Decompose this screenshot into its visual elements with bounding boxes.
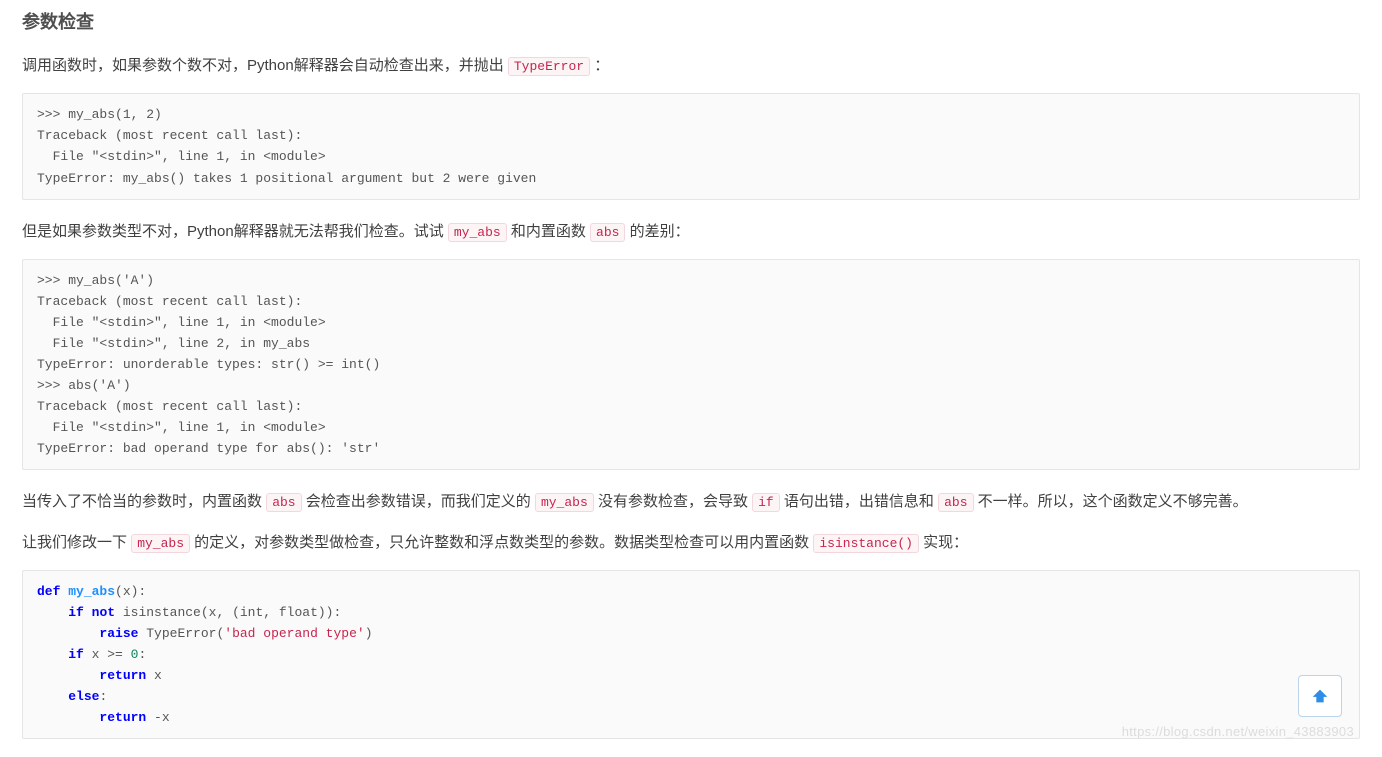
paragraph-4: 让我们修改一下 my_abs 的定义，对参数类型做检查，只允许整数和浮点数类型的… [22, 529, 1360, 556]
text: 不一样。所以，这个函数定义不够完善。 [978, 493, 1248, 510]
text: : [99, 689, 107, 704]
text: -x [146, 710, 169, 725]
text: 没有参数检查，会导致 [598, 493, 748, 510]
paragraph-2: 但是如果参数类型不对，Python解释器就无法帮我们检查。试试 my_abs 和… [22, 218, 1360, 245]
text: x >= [84, 647, 131, 662]
keyword-return: return [99, 668, 146, 683]
text: 和内置函数 [511, 223, 586, 240]
keyword-def: def [37, 584, 60, 599]
paragraph-1: 调用函数时，如果参数个数不对，Python解释器会自动检查出来，并抛出 Type… [22, 52, 1360, 79]
arrow-up-icon [1309, 685, 1331, 707]
section-heading: 参数检查 [22, 6, 1360, 38]
keyword-if: if [68, 647, 84, 662]
inline-code-abs: abs [590, 223, 625, 242]
function-name: my_abs [68, 584, 115, 599]
inline-code-myabs: my_abs [448, 223, 507, 242]
code-block-2: >>> my_abs('A') Traceback (most recent c… [22, 259, 1360, 470]
inline-code-myabs: my_abs [131, 534, 190, 553]
text: 的差别： [630, 223, 690, 240]
keyword-raise: raise [99, 626, 138, 641]
text: 调用函数时，如果参数个数不对，Python解释器会自动检查出来，并抛出 [22, 57, 504, 74]
text: 会检查出参数错误，而我们定义的 [306, 493, 531, 510]
inline-code-if: if [752, 493, 780, 512]
text: ) [365, 626, 373, 641]
keyword-else: else [68, 689, 99, 704]
text: x [146, 668, 162, 683]
keyword-not: not [92, 605, 115, 620]
paragraph-3: 当传入了不恰当的参数时，内置函数 abs 会检查出参数错误，而我们定义的 my_… [22, 488, 1360, 515]
text: 语句出错，出错信息和 [784, 493, 934, 510]
scroll-to-top-button[interactable] [1298, 675, 1342, 717]
keyword-if: if [68, 605, 84, 620]
signature: (x): [115, 584, 146, 599]
text: 但是如果参数类型不对，Python解释器就无法帮我们检查。试试 [22, 223, 444, 240]
text: 让我们修改一下 [22, 534, 127, 551]
inline-code-isinstance: isinstance() [813, 534, 919, 553]
inline-code-abs: abs [938, 493, 973, 512]
text: 当传入了不恰当的参数时，内置函数 [22, 493, 262, 510]
text: : [138, 647, 146, 662]
watermark-text: https://blog.csdn.net/weixin_43883903 [1122, 720, 1354, 743]
text: ： [594, 57, 609, 74]
inline-code-myabs: my_abs [535, 493, 594, 512]
text: 实现： [923, 534, 968, 551]
inline-code-typeerror: TypeError [508, 57, 590, 76]
text: TypeError( [138, 626, 224, 641]
inline-code-abs: abs [266, 493, 301, 512]
code-block-3: def my_abs(x): if not isinstance(x, (int… [22, 570, 1360, 739]
keyword-return: return [99, 710, 146, 725]
call: isinstance(x, (int, float)): [115, 605, 341, 620]
string-literal: 'bad operand type' [224, 626, 364, 641]
text: 的定义，对参数类型做检查，只允许整数和浮点数类型的参数。数据类型检查可以用内置函… [194, 534, 809, 551]
code-block-1: >>> my_abs(1, 2) Traceback (most recent … [22, 93, 1360, 199]
